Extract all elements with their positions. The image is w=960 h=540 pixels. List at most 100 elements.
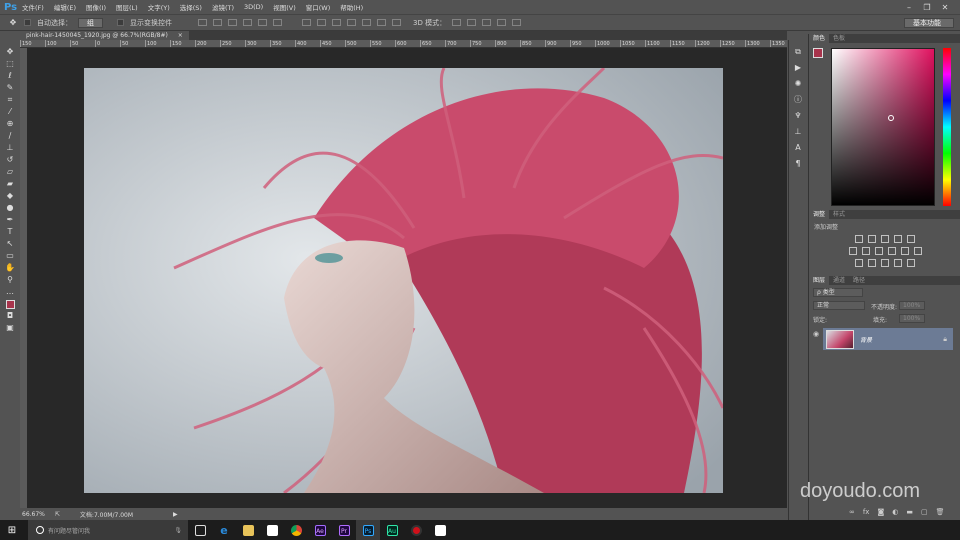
- distribute-hcenter-icon[interactable]: [362, 19, 371, 26]
- invert-icon[interactable]: [855, 259, 863, 267]
- hue-sat-icon[interactable]: [848, 247, 857, 255]
- clone-source-icon[interactable]: ⊥: [793, 126, 803, 137]
- move-tool[interactable]: ✥: [5, 46, 15, 57]
- crop-tool[interactable]: ⌗: [5, 94, 15, 105]
- blend-mode-dropdown[interactable]: 正常: [813, 301, 865, 310]
- adjustment-layer-icon[interactable]: ◐: [892, 508, 898, 516]
- cortana-search[interactable]: 有问题尽管问我 🎙︎: [28, 520, 188, 540]
- store-icon[interactable]: [260, 520, 284, 540]
- align-left-icon[interactable]: [243, 19, 252, 26]
- color-balance-icon[interactable]: [861, 247, 870, 255]
- color-field[interactable]: [831, 48, 935, 206]
- blur-tool[interactable]: ◆: [5, 190, 15, 201]
- menu-help[interactable]: 帮助(H): [340, 2, 363, 12]
- explorer-icon[interactable]: [236, 520, 260, 540]
- align-right-icon[interactable]: [273, 19, 282, 26]
- auto-align-icon[interactable]: [392, 19, 401, 26]
- opacity-input[interactable]: 100%: [899, 301, 925, 310]
- pen-tool[interactable]: ✒: [5, 214, 15, 225]
- channel-mixer-icon[interactable]: [900, 247, 909, 255]
- auto-select-dropdown[interactable]: 组: [78, 17, 103, 28]
- 3d-pan-icon[interactable]: [482, 19, 492, 26]
- distribute-left-icon[interactable]: [347, 19, 356, 26]
- menu-3d[interactable]: 3D(D): [244, 3, 263, 11]
- close-button[interactable]: ✕: [938, 2, 952, 12]
- posterize-icon[interactable]: [868, 259, 876, 267]
- stamp-tool[interactable]: ⊥: [5, 142, 15, 153]
- after-effects-icon[interactable]: Ae: [308, 520, 332, 540]
- photo-pink-hair[interactable]: [84, 68, 723, 493]
- actions-icon[interactable]: ▶: [793, 62, 803, 73]
- 3d-slide-icon[interactable]: [497, 19, 507, 26]
- fx-icon[interactable]: fx: [863, 508, 870, 516]
- healing-tool[interactable]: ⊕: [5, 118, 15, 129]
- distribute-bottom-icon[interactable]: [332, 19, 341, 26]
- edge-icon[interactable]: e: [212, 520, 236, 540]
- brush-preset-icon[interactable]: ♆: [793, 110, 803, 121]
- group-icon[interactable]: ▬: [906, 508, 913, 516]
- menu-type[interactable]: 文字(Y): [148, 2, 170, 12]
- eyedropper-tool[interactable]: ⁄: [5, 106, 15, 117]
- distribute-top-icon[interactable]: [302, 19, 311, 26]
- mask-icon[interactable]: ◙: [877, 508, 884, 516]
- eraser-tool[interactable]: ▱: [5, 166, 15, 177]
- tab-swatches[interactable]: 色板: [829, 34, 849, 43]
- distribute-vcenter-icon[interactable]: [317, 19, 326, 26]
- gradient-map-icon[interactable]: [907, 259, 915, 267]
- dodge-tool[interactable]: ●: [5, 202, 15, 213]
- tab-adjustments[interactable]: 调整: [809, 210, 830, 219]
- tab-close-icon[interactable]: ×: [178, 32, 183, 39]
- menu-file[interactable]: 文件(F): [22, 2, 44, 12]
- chrome-icon[interactable]: [284, 520, 308, 540]
- status-menu-arrow[interactable]: ▶: [173, 511, 178, 518]
- character-icon[interactable]: A: [793, 142, 803, 153]
- color-lookup-icon[interactable]: [913, 247, 922, 255]
- menu-layer[interactable]: 图层(L): [116, 2, 138, 12]
- menu-image[interactable]: 图像(I): [86, 2, 106, 12]
- screen-mode-icon[interactable]: ▣: [5, 322, 15, 333]
- tab-color[interactable]: 颜色: [809, 34, 830, 43]
- new-layer-icon[interactable]: ▢: [921, 508, 928, 516]
- quick-mask-icon[interactable]: ◘: [5, 310, 15, 321]
- task-view-icon[interactable]: [188, 520, 212, 540]
- quick-select-tool[interactable]: ✎: [5, 82, 15, 93]
- photoshop-icon[interactable]: Ps: [356, 520, 380, 540]
- audition-icon[interactable]: Au: [380, 520, 404, 540]
- levels-icon[interactable]: [868, 235, 876, 243]
- menu-select[interactable]: 选择(S): [180, 2, 202, 12]
- paragraph-icon[interactable]: ¶: [793, 158, 803, 169]
- vibrance-icon[interactable]: [907, 235, 915, 243]
- link-icon[interactable]: ∞: [849, 508, 855, 516]
- align-top-icon[interactable]: [198, 19, 207, 26]
- path-select-tool[interactable]: ↖: [5, 238, 15, 249]
- hue-slider[interactable]: [943, 48, 951, 206]
- more-tools[interactable]: …: [5, 286, 15, 297]
- threshold-icon[interactable]: [881, 259, 889, 267]
- foreground-swatch[interactable]: [813, 48, 823, 58]
- 3d-rotate-icon[interactable]: [452, 19, 462, 26]
- layer-row-background[interactable]: 背景 🔒︎: [823, 328, 953, 350]
- fill-input[interactable]: 100%: [899, 314, 925, 323]
- black-white-icon[interactable]: [874, 247, 883, 255]
- brush-tool[interactable]: ∕: [5, 130, 15, 141]
- lasso-tool[interactable]: ℓ: [5, 70, 15, 81]
- mic-icon[interactable]: 🎙︎: [174, 527, 182, 534]
- hand-tool[interactable]: ✋: [5, 262, 15, 273]
- align-hcenter-icon[interactable]: [258, 19, 267, 26]
- type-tool[interactable]: T: [5, 226, 15, 237]
- menu-filter[interactable]: 滤镜(T): [212, 2, 234, 12]
- visibility-eye-icon[interactable]: ◉: [813, 330, 819, 338]
- menu-edit[interactable]: 编辑(E): [54, 2, 76, 12]
- align-vcenter-icon[interactable]: [213, 19, 222, 26]
- restore-button[interactable]: ❐: [920, 2, 934, 12]
- tab-styles[interactable]: 样式: [829, 210, 849, 219]
- align-bottom-icon[interactable]: [228, 19, 237, 26]
- brightness-icon[interactable]: [855, 235, 863, 243]
- trash-icon[interactable]: 🗑︎: [936, 508, 945, 516]
- gradient-tool[interactable]: ▰: [5, 178, 15, 189]
- marquee-tool[interactable]: ⬚: [5, 58, 15, 69]
- history-icon[interactable]: ⧉: [793, 46, 803, 57]
- info-icon[interactable]: ⓘ: [793, 94, 803, 105]
- auto-select-checkbox[interactable]: [24, 19, 31, 26]
- 3d-scale-icon[interactable]: [512, 19, 522, 26]
